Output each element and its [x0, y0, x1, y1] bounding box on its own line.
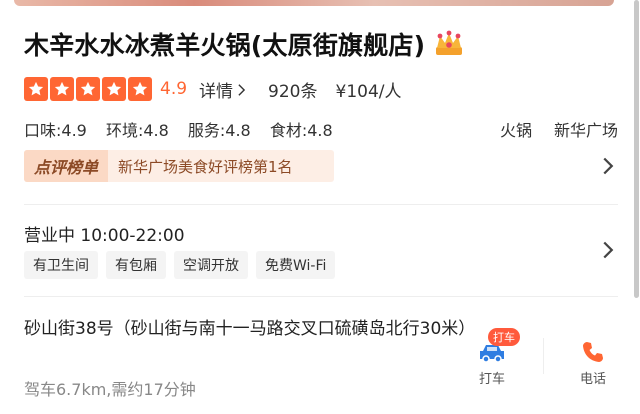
crown-icon [433, 30, 465, 58]
shop-address[interactable]: 砂山街38号（砂山街与南十一马路交叉口硫磺岛北行30米） [24, 317, 475, 341]
rating-score: 4.9 [160, 79, 188, 99]
phone-button[interactable]: 电话 [563, 332, 623, 387]
sub-score-row: 口味:4.9 环境:4.8 服务:4.8 食材:4.8 火锅 新华广场 [24, 117, 618, 141]
taxi-button[interactable]: 打车 打车 [462, 328, 522, 387]
sub-scores: 口味:4.9 环境:4.8 服务:4.8 食材:4.8 [24, 117, 347, 141]
rating-row: 4.9 详情 920条 ¥104/人 [24, 76, 402, 102]
rank-label: 点评榜单 [24, 150, 109, 182]
divider [24, 296, 618, 297]
facility-wifi: 免费Wi-Fi [256, 251, 336, 279]
sub-score-service: 服务:4.8 [187, 121, 251, 140]
detail-link[interactable]: 详情 [199, 77, 246, 102]
sub-score-ingredients: 食材:4.8 [269, 121, 333, 140]
scrollbar-thumb[interactable] [634, 0, 639, 298]
star-icon [50, 77, 74, 101]
action-divider [543, 338, 544, 374]
scrollbar[interactable] [632, 0, 640, 300]
tag-district[interactable]: 新华广场 [554, 117, 618, 141]
avg-price: ¥104/人 [335, 81, 402, 102]
phone-icon [583, 342, 603, 362]
rank-text: 新华广场美食好评榜第1名 [118, 157, 293, 176]
divider [24, 204, 618, 205]
detail-label: 详情 [199, 81, 234, 102]
star-icon [102, 77, 126, 101]
taxi-badge: 打车 [488, 328, 520, 346]
facility-private-room: 有包厢 [106, 251, 166, 279]
facility-air-conditioning: 空调开放 [174, 251, 248, 279]
star-rating [24, 77, 152, 101]
chevron-right-icon[interactable] [600, 156, 616, 176]
chevron-right-icon [238, 83, 246, 96]
business-hours: 营业中 10:00-22:00 [24, 226, 185, 246]
tag-category[interactable]: 火锅 [500, 117, 532, 141]
shop-title-row: 木辛水水冰煮羊火锅(太原街旗舰店) [24, 26, 465, 62]
sub-score-taste: 口味:4.9 [24, 121, 87, 140]
chevron-right-icon[interactable] [600, 240, 616, 260]
facility-tags: 有卫生间 有包厢 空调开放 免费Wi-Fi [24, 251, 336, 279]
shop-tags: 火锅 新华广场 [500, 117, 618, 141]
sub-score-environment: 环境:4.8 [105, 121, 169, 140]
shop-photo-strip[interactable] [14, 0, 614, 6]
shop-name: 木辛水水冰煮羊火锅(太原街旗舰店) [24, 31, 426, 60]
rank-banner[interactable]: 点评榜单 新华广场美食好评榜第1名 [24, 150, 334, 182]
review-count[interactable]: 920条 [268, 77, 317, 102]
star-icon [76, 77, 100, 101]
star-icon [24, 77, 48, 101]
taxi-label: 打车 [478, 372, 505, 387]
star-icon [128, 77, 152, 101]
phone-label: 电话 [579, 372, 606, 387]
driving-distance: 驾车6.7km,需约17分钟 [24, 380, 196, 399]
facility-restroom: 有卫生间 [24, 251, 98, 279]
